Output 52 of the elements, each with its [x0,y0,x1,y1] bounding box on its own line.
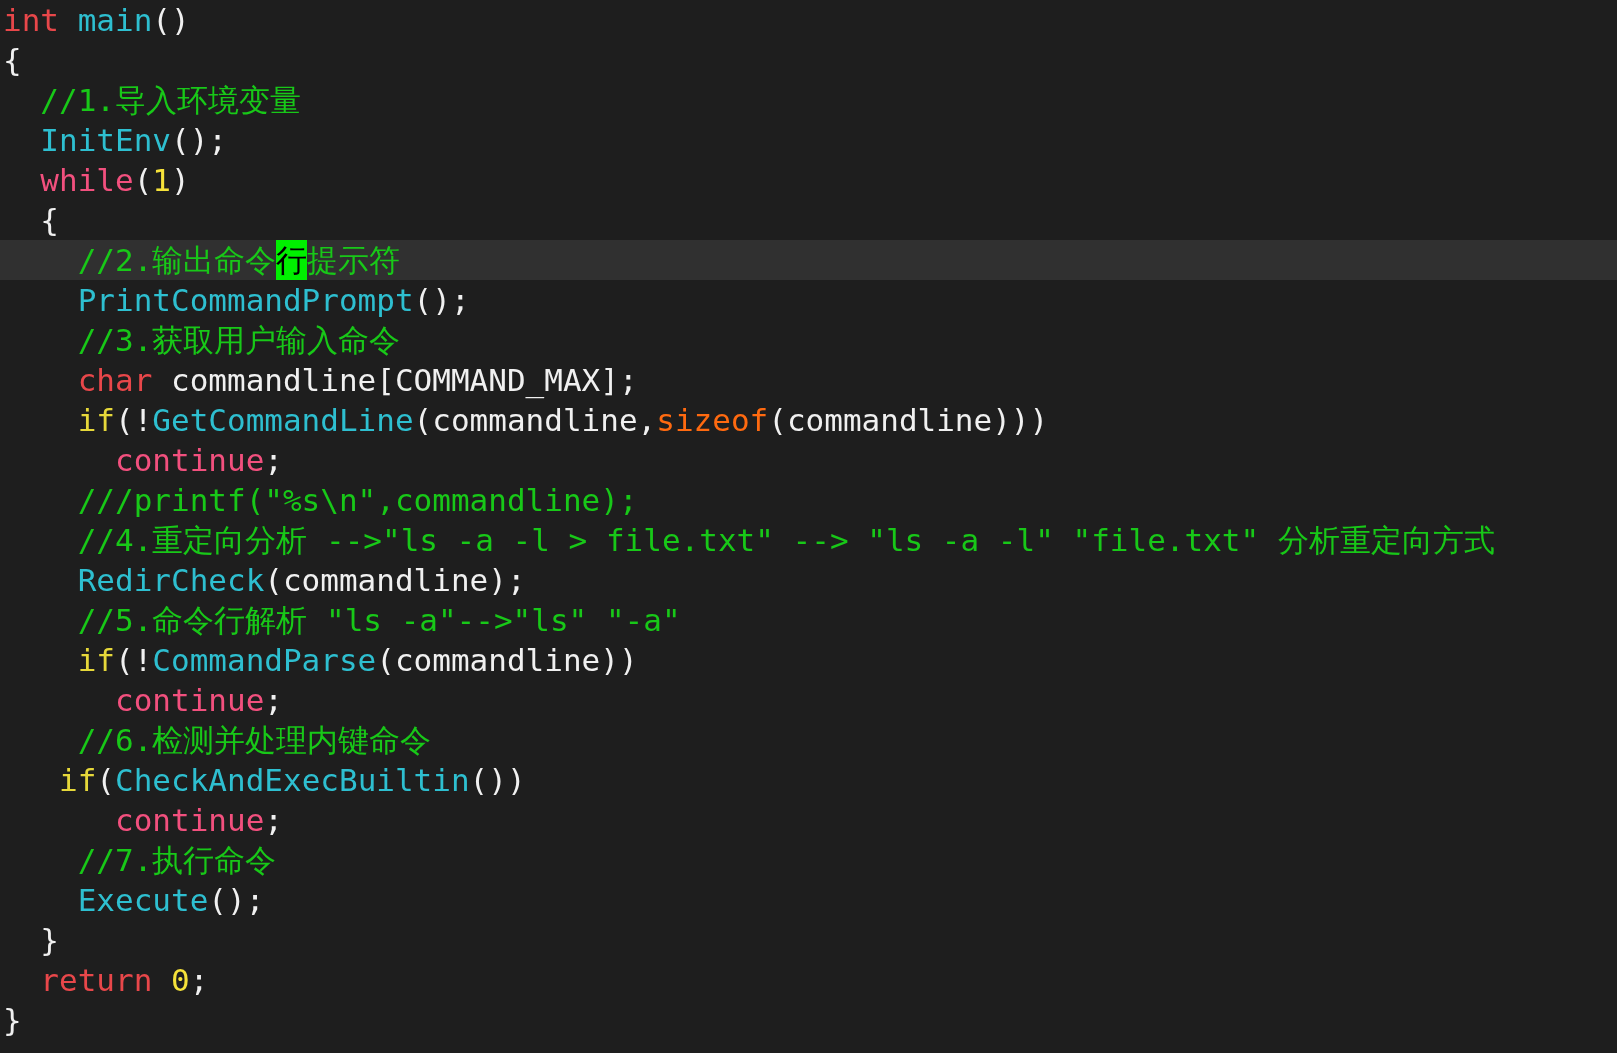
code-token: main [76,1,153,40]
code-token: (! [115,401,153,440]
code-token: InitEnv [39,121,171,160]
code-token: ( [96,761,115,800]
code-token: ; [264,801,283,840]
code-token: (commandline, [413,401,657,440]
code-token: (! [115,641,153,680]
code-token: commandline[COMMAND_MAX]; [169,361,638,400]
code-comment: ///printf("%s\n",commandline); [76,481,638,520]
code-comment: //7.执行命令 [76,841,277,880]
code-token: 1 [152,161,171,200]
code-comment: //3.获取用户输入命令 [76,321,401,360]
code-token: 0 [171,961,190,1000]
code-token: ()) [469,761,526,800]
code-token: continue [113,441,265,480]
code-token: ; [189,961,209,1000]
code-token: sizeof [656,401,769,440]
code-token: GetCommandLine [152,401,414,440]
code-token: CheckAndExecBuiltin [115,761,470,800]
code-token: continue [113,801,265,840]
code-token: char [76,361,153,400]
code-token: ; [264,681,283,720]
code-token: continue [113,681,265,720]
code-token: } [39,921,59,960]
code-token: CommandParse [152,641,377,680]
code-token: return [39,961,154,1000]
code-token: (); [171,121,227,160]
code-token: (); [208,881,265,920]
code-token: { [3,41,22,80]
code-token: ) [171,161,190,200]
code-comment: //5.命令行解析 "ls -a"-->"ls" "-a" [76,601,681,640]
code-token: (commandline); [264,561,526,600]
code-token: } [3,1001,22,1040]
code-comment: 提示符 [307,241,401,280]
code-token: if [58,761,97,800]
code-token: (commandline))) [768,401,1049,440]
code-token: ( [133,161,153,200]
code-comment: //4.重定向分析 -->"ls -a -l > file.txt" --> "ls -a -l" "file.txt" 分析重定向方式 [76,521,1495,560]
code-token: PrintCommandPrompt [76,281,414,320]
code-token: if [76,641,115,680]
code-token: (commandline)) [376,641,638,680]
code-token: RedirCheck [76,561,265,600]
code-token: (); [413,281,470,320]
code-token: Execute [76,881,209,920]
code-comment: //1.导入环境变量 [39,81,301,120]
code-token: ; [264,441,283,480]
code-token: if [76,401,115,440]
code-token: { [39,201,59,240]
code-comment: //6.检测并处理内键命令 [76,721,432,760]
code-token: int [3,1,59,40]
code-token: () [152,1,190,40]
code-token: while [39,161,134,200]
